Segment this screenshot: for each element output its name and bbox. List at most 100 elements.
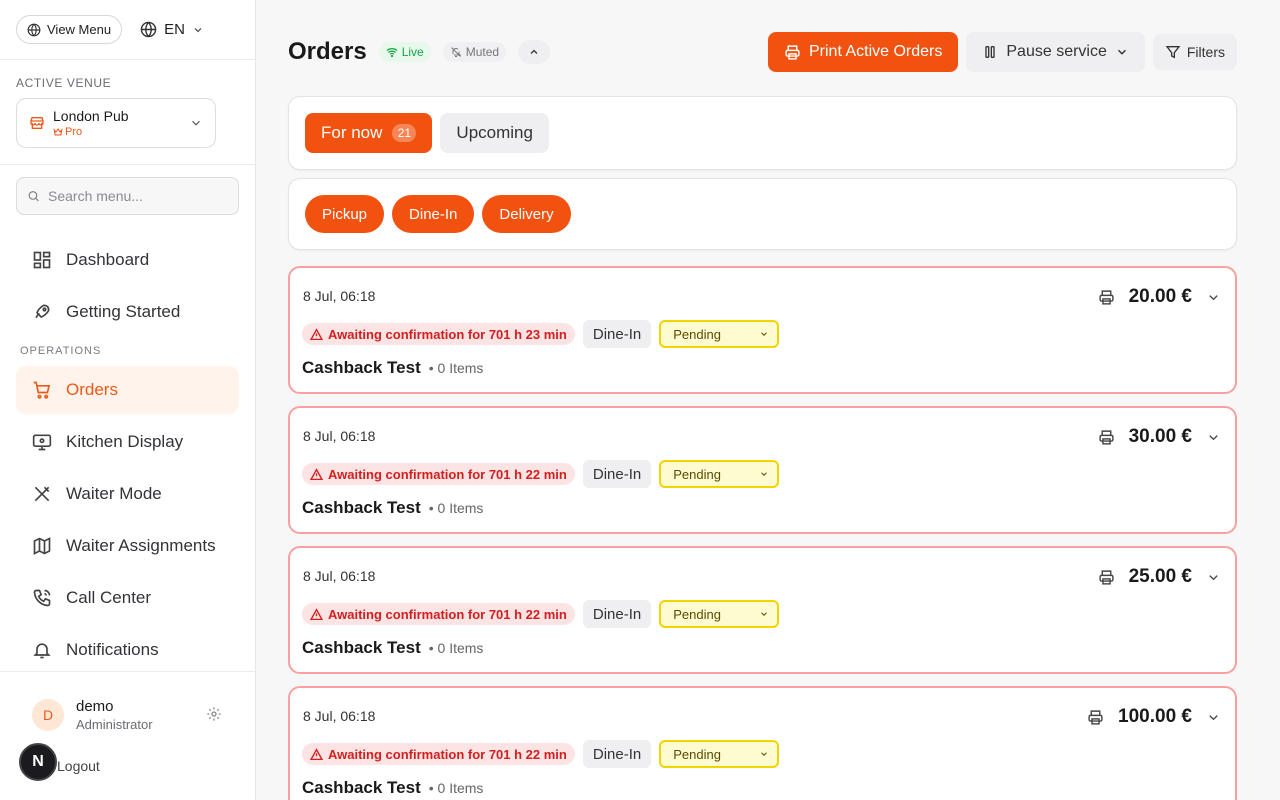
chip-dine-in[interactable]: Dine-In (392, 195, 475, 233)
live-label: Live (401, 45, 424, 59)
filters-button[interactable]: Filters (1152, 34, 1237, 70)
warning-icon (310, 607, 323, 620)
muted-toggle[interactable]: Muted (442, 42, 507, 62)
awaiting-alert-badge: Awaiting confirmation for 701 h 22 min (302, 603, 575, 625)
wifi-icon (386, 48, 398, 58)
user-profile[interactable]: D demo Administrator (32, 698, 153, 732)
sidebar-item-label: Getting Started (66, 302, 181, 321)
order-total: 25.00 € (1128, 566, 1192, 587)
order-status-select[interactable]: Pending (659, 320, 780, 348)
order-card[interactable]: 8 Jul, 06:18 30.00 € Awaiting confirmati… (288, 406, 1237, 534)
muted-label: Muted (465, 45, 500, 59)
printer-icon[interactable] (1098, 569, 1115, 586)
alert-text: Awaiting confirmation for 701 h 22 min (328, 746, 567, 762)
order-total: 30.00 € (1128, 426, 1192, 447)
awaiting-alert-badge: Awaiting confirmation for 701 h 23 min (302, 323, 575, 345)
monitor-icon (32, 434, 52, 451)
chevron-down-icon (194, 27, 202, 32)
status-value: Pending (673, 466, 721, 482)
order-status-select[interactable]: Pending (659, 600, 780, 628)
sidebar-item-kitchen-display[interactable]: Kitchen Display (16, 418, 239, 466)
header-actions: Print Active Orders Pause service Filter… (768, 32, 1237, 72)
order-date: 8 Jul, 06:18 (303, 568, 376, 584)
status-value: Pending (673, 326, 721, 342)
sidebar-item-call-center[interactable]: Call Center (16, 574, 239, 622)
sidebar-item-orders[interactable]: Orders (16, 366, 239, 414)
order-type-badge: Dine-In (582, 320, 652, 348)
printer-icon (785, 44, 800, 60)
printer-icon[interactable] (1087, 709, 1104, 726)
sidebar-item-notifications[interactable]: Notifications (16, 626, 239, 674)
pause-button-label: Pause service (1006, 43, 1107, 60)
tab-upcoming[interactable]: Upcoming (440, 113, 549, 153)
sidebar-item-waiter-assignments[interactable]: Waiter Assignments (16, 522, 239, 570)
chevron-down-icon (761, 752, 768, 756)
chip-delivery[interactable]: Delivery (482, 195, 571, 233)
filter-icon (1165, 46, 1181, 59)
sidebar-item-label: Call Center (66, 588, 152, 607)
awaiting-alert-badge: Awaiting confirmation for 701 h 22 min (302, 463, 575, 485)
pause-icon (985, 46, 996, 58)
avatar: D (32, 699, 64, 731)
order-type-badge: Dine-In (582, 740, 652, 768)
venue-name: London Pub (53, 108, 129, 124)
order-summary: 25.00 € (1098, 566, 1221, 588)
view-menu-label: View Menu (47, 22, 112, 37)
order-customer-row: Cashback Test • 0 Items (302, 778, 483, 798)
chip-pickup[interactable]: Pickup (305, 195, 385, 233)
chevron-down-icon[interactable] (1206, 430, 1221, 445)
gear-icon[interactable] (206, 706, 222, 722)
order-date: 8 Jul, 06:18 (303, 428, 376, 444)
operations-section-label: OPERATIONS (20, 345, 102, 357)
order-customer-name: Cashback Test (302, 638, 421, 657)
venue-plan-badge: Pro (53, 126, 129, 138)
order-status-select[interactable]: Pending (659, 740, 780, 768)
printer-icon[interactable] (1098, 289, 1115, 306)
order-status-select[interactable]: Pending (659, 460, 780, 488)
order-customer-row: Cashback Test • 0 Items (302, 358, 483, 378)
search-input[interactable] (48, 188, 228, 204)
chevron-down-icon[interactable] (1206, 290, 1221, 305)
bell-off-icon (450, 47, 461, 57)
tab-for-now[interactable]: For now 21 (305, 113, 433, 153)
live-badge: Live (378, 42, 431, 62)
crown-icon (53, 128, 63, 136)
order-card[interactable]: 8 Jul, 06:18 25.00 € Awaiting confirmati… (288, 546, 1237, 674)
order-total: 20.00 € (1128, 286, 1192, 307)
language-selector[interactable]: EN (140, 21, 204, 38)
order-customer-name: Cashback Test (302, 778, 421, 797)
order-item-count: • 0 Items (428, 360, 484, 376)
pause-service-button[interactable]: Pause service (966, 32, 1145, 72)
utensils-icon (34, 486, 50, 502)
alert-text: Awaiting confirmation for 701 h 23 min (328, 326, 567, 342)
sidebar: View Menu EN ACTIVE VENUE London Pub Pro (0, 0, 256, 800)
print-active-orders-button[interactable]: Print Active Orders (768, 32, 959, 72)
view-menu-button[interactable]: View Menu (16, 15, 123, 44)
sidebar-item-label: Orders (66, 380, 118, 399)
chevron-down-icon[interactable] (1206, 570, 1221, 585)
warning-icon (310, 747, 323, 760)
order-type-badge: Dine-In (582, 460, 652, 488)
chevron-down-icon[interactable] (1206, 710, 1221, 725)
order-type-filter-panel: Pickup Dine-In Delivery (288, 178, 1237, 250)
floating-n-badge[interactable]: N (19, 743, 57, 781)
sidebar-item-label: Kitchen Display (66, 432, 184, 451)
order-card[interactable]: 8 Jul, 06:18 20.00 € Awaiting confirmati… (288, 266, 1237, 394)
collapse-button[interactable] (518, 40, 551, 64)
orders-list: 8 Jul, 06:18 20.00 € Awaiting confirmati… (288, 266, 1237, 800)
sidebar-item-getting-started[interactable]: Getting Started (16, 288, 239, 336)
order-card[interactable]: 8 Jul, 06:18 100.00 € Awaiting confirmat… (288, 686, 1237, 800)
sidebar-item-dashboard[interactable]: Dashboard (16, 236, 239, 284)
venue-selector[interactable]: London Pub Pro (16, 98, 216, 148)
chevron-down-icon (761, 612, 768, 616)
order-summary: 30.00 € (1098, 426, 1221, 448)
logout-button[interactable]: Logout (57, 758, 100, 774)
globe-icon (140, 21, 157, 38)
order-status-row: Awaiting confirmation for 701 h 22 min D… (302, 460, 780, 488)
alert-text: Awaiting confirmation for 701 h 22 min (328, 466, 567, 482)
sidebar-item-label: Waiter Mode (66, 484, 162, 503)
sidebar-nav: Dashboard Getting Started OPERATIONS Ord… (16, 236, 239, 678)
awaiting-alert-badge: Awaiting confirmation for 701 h 22 min (302, 743, 575, 765)
sidebar-item-waiter-mode[interactable]: Waiter Mode (16, 470, 239, 518)
printer-icon[interactable] (1098, 429, 1115, 446)
